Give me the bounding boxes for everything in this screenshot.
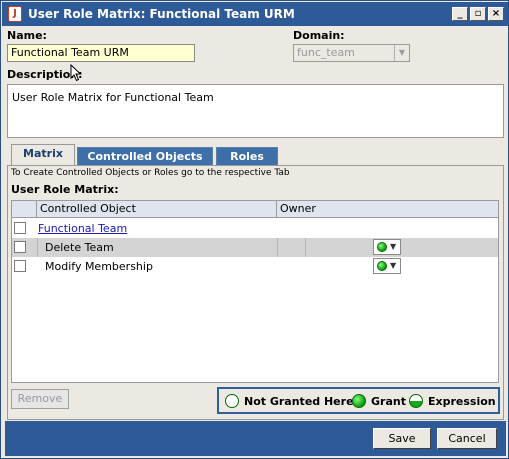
domain-value: func_team xyxy=(297,46,355,59)
table-row[interactable]: Functional Team xyxy=(12,219,498,238)
column-header-controlled-object[interactable]: Controlled Object xyxy=(37,201,277,217)
matrix-hint-text: To Create Controlled Objects or Roles go… xyxy=(11,168,290,178)
name-field[interactable]: Functional Team URM xyxy=(7,44,195,62)
legend-not-granted-label: Not Granted Here xyxy=(244,395,354,408)
row-checkbox[interactable] xyxy=(14,222,26,234)
grant-status-icon xyxy=(377,242,387,252)
close-button[interactable]: × xyxy=(488,7,504,21)
chevron-down-icon[interactable]: ▼ xyxy=(394,45,409,61)
column-header-owner[interactable]: Owner xyxy=(277,201,498,217)
not-granted-icon xyxy=(225,394,239,408)
column-divider xyxy=(37,238,38,257)
matrix-table: Controlled Object Owner Functional Team … xyxy=(11,200,499,383)
dialog-button-bar: Save Cancel xyxy=(5,421,506,456)
legend-grant-label: Grant xyxy=(371,395,406,408)
domain-select[interactable]: func_team ▼ xyxy=(293,44,410,62)
chevron-down-icon: ▼ xyxy=(390,261,397,270)
owner-grant-dropdown[interactable]: ▼ xyxy=(373,258,401,274)
maximize-button[interactable]: ▫ xyxy=(470,7,486,21)
select-all-header[interactable] xyxy=(12,201,37,217)
description-field[interactable]: User Role Matrix for Functional Team xyxy=(7,84,504,138)
table-row[interactable]: Delete Team ▼ xyxy=(12,238,498,257)
chevron-down-icon: ▼ xyxy=(390,242,397,251)
user-role-matrix-window: J User Role Matrix: Functional Team URM … xyxy=(0,0,509,459)
legend-expression-label: Expression xyxy=(428,395,496,408)
column-divider xyxy=(305,238,306,257)
tab-roles[interactable]: Roles xyxy=(216,147,278,167)
minimize-button[interactable]: _ xyxy=(452,7,468,21)
name-label: Name: xyxy=(7,29,47,42)
permission-legend: Not Granted Here Grant Expression xyxy=(217,387,500,414)
domain-label: Domain: xyxy=(293,29,345,42)
title-bar[interactable]: J User Role Matrix: Functional Team URM … xyxy=(2,2,508,26)
remove-button[interactable]: Remove xyxy=(11,389,69,409)
group-link-functional-team[interactable]: Functional Team xyxy=(38,222,127,235)
tab-controlled-objects[interactable]: Controlled Objects xyxy=(77,147,213,167)
table-header: Controlled Object Owner xyxy=(12,201,498,218)
java-app-icon: J xyxy=(8,6,22,22)
expression-icon xyxy=(409,394,423,408)
row-checkbox[interactable] xyxy=(14,241,26,253)
grant-status-icon xyxy=(377,261,387,271)
controlled-object-label: Delete Team xyxy=(45,241,114,254)
save-button[interactable]: Save xyxy=(373,428,431,449)
owner-grant-dropdown[interactable]: ▼ xyxy=(373,239,401,255)
grant-icon xyxy=(352,394,366,408)
row-checkbox[interactable] xyxy=(14,260,26,272)
tab-matrix[interactable]: Matrix xyxy=(11,144,75,166)
window-title: User Role Matrix: Functional Team URM xyxy=(28,7,295,21)
controlled-object-label: Modify Membership xyxy=(45,260,153,273)
column-divider xyxy=(277,238,278,257)
mouse-pointer-icon xyxy=(70,64,82,82)
matrix-title: User Role Matrix: xyxy=(11,183,119,196)
cancel-button[interactable]: Cancel xyxy=(437,428,497,449)
table-row[interactable]: Modify Membership ▼ xyxy=(12,257,498,276)
